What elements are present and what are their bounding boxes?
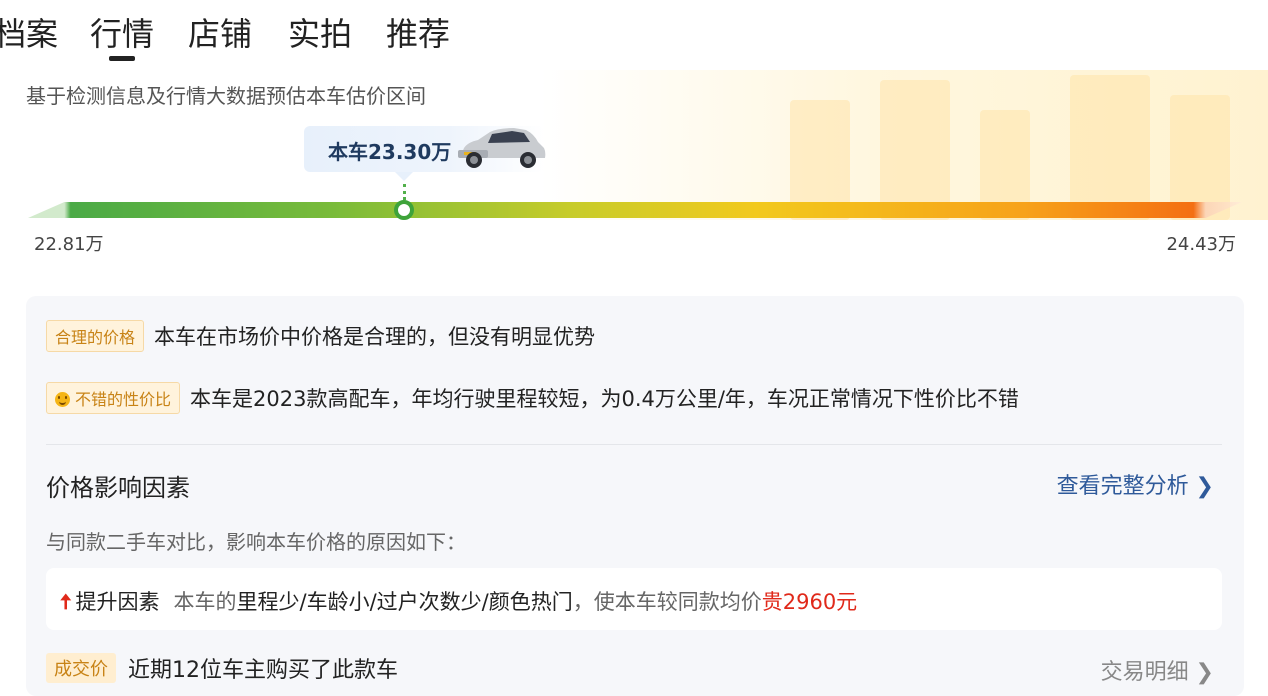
tab-market[interactable]: 行情: [90, 12, 154, 56]
current-price-label: 本车23.30万: [328, 140, 452, 164]
transaction-details-link[interactable]: 交易明细 ❯: [1101, 654, 1214, 686]
price-marker-connector: [403, 184, 406, 200]
tab-store[interactable]: 店铺: [188, 12, 252, 56]
tab-archive[interactable]: 档案: [0, 12, 58, 56]
reasonable-price-badge: 合理的价格: [46, 320, 145, 352]
factor-item: 🠅 提升因素 本车的里程少/车龄小/过户次数少/颜色热门，使本车较同款均价贵2960…: [46, 568, 1222, 630]
price-range-bar: [28, 202, 1242, 218]
factor-label: 提升因素: [75, 590, 160, 614]
current-price-marker: [394, 200, 414, 220]
divider: [46, 444, 1222, 445]
price-analysis-card: 合理的价格 本车在市场价中价格是合理的，但没有明显优势 不错的性价比 本车是2023…: [26, 296, 1244, 696]
assessment-row-reasonable: 合理的价格 本车在市场价中价格是合理的，但没有明显优势: [46, 320, 595, 352]
view-full-analysis-link[interactable]: 查看完整分析 ❯: [1057, 468, 1214, 500]
smile-icon: [55, 392, 70, 407]
estimate-subtitle: 基于检测信息及行情大数据预估本车估价区间: [26, 84, 426, 108]
deal-text: 近期12位车主购买了此款车: [128, 658, 398, 683]
tab-photos[interactable]: 实拍: [288, 12, 352, 56]
value-badge: 不错的性价比: [46, 382, 181, 414]
price-max-label: 24.43万: [1166, 234, 1236, 255]
assessment-text: 本车是2023款高配车，年均行驶里程较短，为0.4万公里/年，车况正常情况下性价…: [190, 387, 1019, 411]
factor-emphasis: 里程少/车龄小/过户次数少/颜色热门: [236, 590, 573, 614]
current-price-tag: 本车23.30万: [304, 126, 546, 172]
price-tag-pointer: [395, 172, 413, 181]
car-icon: [458, 128, 546, 168]
price-min-label: 22.81万: [34, 234, 104, 255]
deal-badge: 成交价: [46, 653, 116, 683]
deal-row: 成交价 近期12位车主购买了此款车: [46, 652, 398, 684]
assessment-row-value: 不错的性价比 本车是2023款高配车，年均行驶里程较短，为0.4万公里/年，车况正…: [46, 382, 1019, 414]
value-badge-label: 不错的性价比: [75, 390, 172, 409]
factors-description: 与同款二手车对比，影响本车价格的原因如下：: [46, 530, 466, 554]
assessment-text: 本车在市场价中价格是合理的，但没有明显优势: [154, 325, 596, 349]
active-tab-indicator: [109, 56, 135, 61]
arrow-up-icon: 🠅: [60, 590, 72, 614]
header-background-decoration: [540, 70, 1268, 220]
factor-middle: ，使本车较同款均价: [572, 590, 762, 614]
factor-prefix: 本车的: [173, 590, 237, 614]
factors-title: 价格影响因素: [46, 474, 190, 502]
tab-recommend[interactable]: 推荐: [386, 12, 450, 56]
factor-price-diff: 贵2960元: [761, 590, 858, 614]
